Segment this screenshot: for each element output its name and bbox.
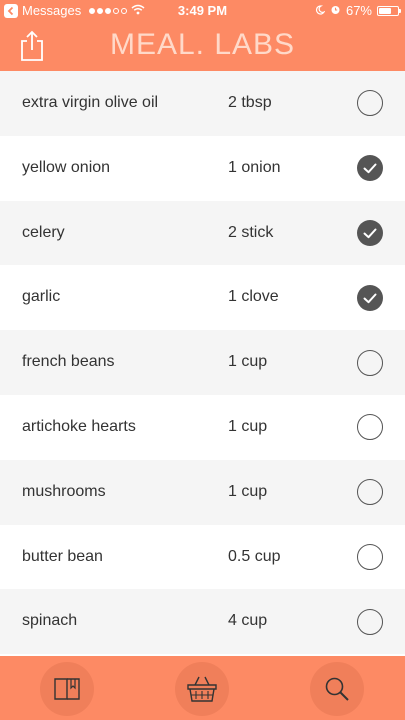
- unchecked-checkbox[interactable]: [357, 479, 383, 506]
- ingredient-name: french beans: [22, 353, 115, 371]
- ingredient-quantity: 0.5 cup: [228, 547, 281, 565]
- unchecked-checkbox[interactable]: [357, 608, 383, 635]
- ingredient-name: spinach: [22, 612, 78, 630]
- unchecked-checkbox[interactable]: [357, 414, 383, 441]
- list-item[interactable]: garlic 1 clove: [0, 265, 405, 331]
- list-item[interactable]: french beans 1 cup: [0, 330, 405, 395]
- ingredient-name: mushrooms: [22, 482, 106, 500]
- checkmark-icon: [363, 228, 377, 239]
- ingredient-name: extra virgin olive oil: [22, 94, 159, 111]
- checkmark-icon: [363, 163, 377, 174]
- ingredient-quantity: 2 tbsp: [228, 94, 272, 111]
- tab-recipes[interactable]: [40, 662, 94, 716]
- checked-checkbox[interactable]: [357, 219, 383, 246]
- basket-icon: [187, 676, 217, 702]
- ingredient-name: celery: [22, 223, 65, 241]
- ingredient-quantity: 1 onion: [228, 158, 281, 176]
- list-item[interactable]: celery 2 stick: [0, 200, 405, 266]
- app-title: MEAL. LABS: [109, 28, 296, 61]
- ingredient-name: garlic: [22, 288, 61, 306]
- list-item[interactable]: spinach 4 cup: [0, 589, 405, 655]
- list-item[interactable]: butter bean 0.5 cup: [0, 524, 405, 590]
- moon-icon: [315, 3, 326, 18]
- ingredient-quantity: 2 stick: [228, 223, 274, 241]
- list-item[interactable]: artichoke hearts 1 cup: [0, 394, 405, 460]
- ingredient-quantity: 4 cup: [228, 612, 268, 630]
- list-item[interactable]: yellow onion 1 onion: [0, 135, 405, 201]
- battery-icon: [377, 5, 401, 16]
- ingredient-name: butter bean: [22, 547, 103, 565]
- checked-checkbox[interactable]: [357, 155, 383, 182]
- ingredient-quantity: 1 cup: [228, 482, 268, 500]
- list-item[interactable]: extra virgin olive oil 2 tbsp: [0, 71, 405, 136]
- search-icon: [325, 677, 349, 701]
- screen: Messages 3:49 PM 67% MEAL. LABS extra vi…: [0, 0, 405, 720]
- ingredient-quantity: 1 cup: [228, 353, 268, 371]
- unchecked-checkbox[interactable]: [357, 349, 383, 376]
- ingredient-quantity: 1 clove: [228, 288, 279, 306]
- list-item[interactable]: mushrooms 1 cup: [0, 459, 405, 525]
- checked-checkbox[interactable]: [357, 284, 383, 311]
- battery-percent: 67%: [345, 3, 372, 18]
- tab-shopping-basket[interactable]: [175, 662, 229, 716]
- tab-search[interactable]: [310, 662, 364, 716]
- ingredient-list: extra virgin olive oil 2 tbsp yellow onion…: [0, 71, 405, 655]
- status-bar: Messages 3:49 PM 67%: [0, 0, 405, 22]
- unchecked-checkbox[interactable]: [357, 90, 383, 117]
- header: Messages 3:49 PM 67% MEAL. LABS: [0, 0, 405, 71]
- status-right: 67%: [315, 3, 401, 18]
- alarm-icon: [330, 3, 341, 18]
- ingredient-name: artichoke hearts: [22, 417, 136, 435]
- unchecked-checkbox[interactable]: [357, 543, 383, 570]
- tab-bar: [0, 656, 405, 720]
- ingredient-quantity: 1 cup: [228, 417, 268, 435]
- checkmark-icon: [363, 293, 377, 303]
- ingredient-name: yellow onion: [22, 158, 111, 176]
- book-icon: [54, 678, 80, 700]
